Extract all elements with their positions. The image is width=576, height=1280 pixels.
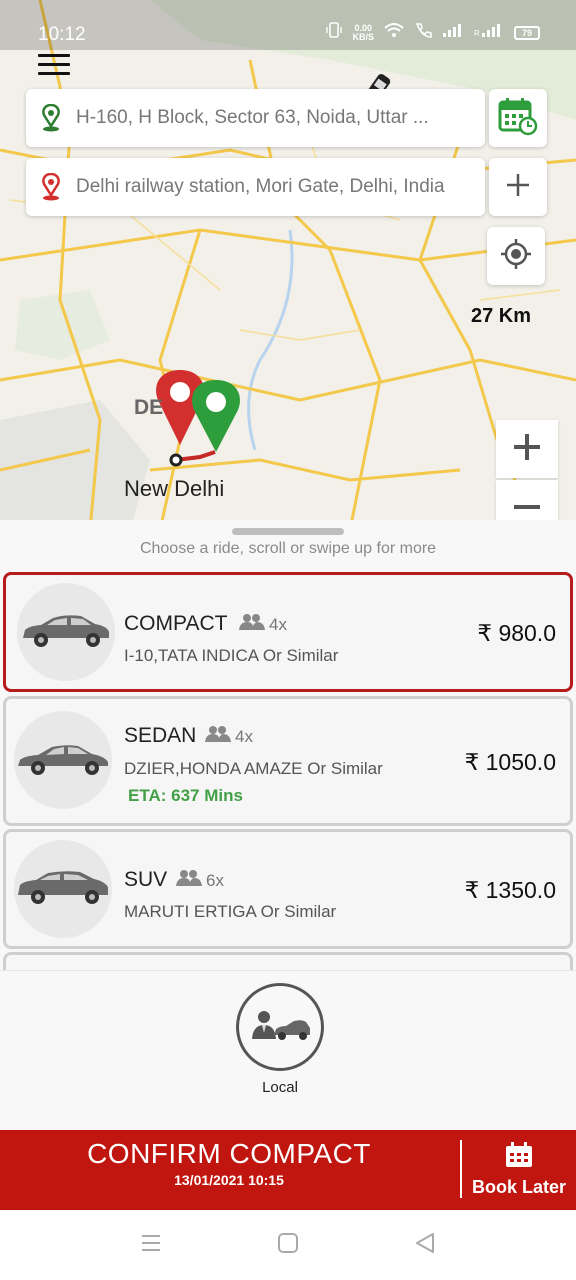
map-partial-label: DE bbox=[134, 396, 164, 419]
signal-icon bbox=[442, 23, 464, 42]
ride-price: ₹ 980.0 bbox=[477, 620, 556, 647]
ride-name: SEDAN bbox=[124, 724, 197, 747]
ride-option-compact[interactable]: COMPACT 4x I-10,TATA INDICA Or Similar ₹… bbox=[3, 572, 573, 692]
ride-option-suv[interactable]: SUV 6x MARUTI ERTIGA Or Similar ₹ 1350.0 bbox=[3, 829, 573, 949]
home-button[interactable] bbox=[273, 1232, 303, 1258]
recents-icon bbox=[140, 1234, 162, 1257]
network-speed-unit: KB/S bbox=[352, 31, 374, 42]
my-location-button[interactable] bbox=[487, 227, 545, 285]
pickup-field[interactable]: H-160, H Block, Sector 63, Noida, Uttar … bbox=[26, 89, 485, 147]
map-city-label: New Delhi bbox=[124, 476, 225, 501]
ride-name: SUV bbox=[124, 868, 168, 891]
people-icon bbox=[205, 725, 231, 748]
battery-indicator: 79 bbox=[514, 25, 540, 40]
ride-seats-count: 4x bbox=[235, 726, 253, 746]
chauffeur-car-icon bbox=[248, 1005, 312, 1050]
calendar-icon bbox=[505, 1142, 533, 1173]
ride-price-value: 1350.0 bbox=[485, 877, 556, 903]
menu-icon-bar bbox=[38, 63, 70, 66]
car-icon bbox=[16, 738, 110, 783]
status-time: 10:12 bbox=[38, 24, 86, 45]
ride-seats: 4x bbox=[239, 613, 287, 636]
confirm-title: CONFIRM COMPACT bbox=[87, 1138, 371, 1169]
ride-description: I-10,TATA INDICA Or Similar bbox=[124, 646, 339, 665]
ride-price: ₹ 1050.0 bbox=[465, 749, 556, 776]
ride-option-sedan[interactable]: SEDAN 4x DZIER,HONDA AMAZE Or Similar ET… bbox=[3, 696, 573, 826]
ride-option-peek[interactable] bbox=[3, 952, 573, 972]
vibrate-icon bbox=[326, 22, 343, 43]
add-stop-icon bbox=[505, 172, 531, 203]
people-icon bbox=[176, 869, 202, 892]
zoom-in-button[interactable] bbox=[496, 420, 558, 478]
zoom-in-icon bbox=[512, 427, 542, 472]
confirm-bar: CONFIRM COMPACT 13/01/2021 10:15 Book La… bbox=[0, 1130, 576, 1210]
sheet-drag-handle[interactable] bbox=[232, 528, 344, 535]
service-type-bar: Local bbox=[0, 970, 576, 1130]
currency-symbol: ₹ bbox=[464, 877, 480, 903]
map-view[interactable]: DE New Delhi 10:12 0.00 KB/S R 79 H-160,… bbox=[0, 0, 576, 530]
car-image bbox=[14, 840, 112, 938]
dropoff-pin-icon bbox=[26, 173, 76, 201]
confirm-datetime: 13/01/2021 10:15 bbox=[174, 1172, 284, 1188]
add-stop-button[interactable] bbox=[489, 158, 547, 216]
status-icons: 0.00 KB/S R 79 bbox=[326, 22, 540, 43]
back-button[interactable] bbox=[410, 1232, 440, 1258]
car-image bbox=[17, 583, 115, 681]
schedule-button[interactable] bbox=[489, 89, 547, 147]
currency-symbol: ₹ bbox=[464, 749, 480, 775]
my-location-icon bbox=[500, 238, 532, 275]
ride-price-value: 980.0 bbox=[498, 620, 556, 646]
ride-name: COMPACT bbox=[124, 612, 228, 635]
ride-seats: 6x bbox=[176, 869, 224, 892]
network-speed: 0.00 KB/S bbox=[352, 23, 374, 42]
menu-icon-bar bbox=[38, 72, 70, 75]
pickup-pin-icon bbox=[26, 104, 76, 132]
car-icon bbox=[16, 867, 110, 912]
ride-price: ₹ 1350.0 bbox=[465, 877, 556, 904]
car-image bbox=[14, 711, 112, 809]
ride-seats-count: 6x bbox=[206, 870, 224, 890]
ride-price-value: 1050.0 bbox=[485, 749, 556, 775]
ride-seats: 4x bbox=[205, 725, 253, 748]
system-nav-bar bbox=[0, 1210, 576, 1280]
back-icon bbox=[414, 1232, 436, 1259]
sheet-hint: Choose a ride, scroll or swipe up for mo… bbox=[139, 540, 437, 557]
menu-button[interactable] bbox=[38, 54, 70, 76]
book-later-button[interactable]: Book Later bbox=[462, 1130, 576, 1210]
home-icon bbox=[277, 1232, 299, 1259]
currency-symbol: ₹ bbox=[477, 620, 493, 646]
schedule-calendar-icon bbox=[498, 96, 538, 141]
ride-seats-count: 4x bbox=[269, 614, 287, 634]
local-service-label: Local bbox=[262, 1079, 298, 1096]
svg-text:R: R bbox=[474, 29, 480, 37]
status-bar: 10:12 0.00 KB/S R 79 bbox=[0, 0, 576, 50]
book-later-label: Book Later bbox=[471, 1177, 567, 1197]
menu-icon bbox=[38, 54, 70, 57]
people-icon bbox=[239, 613, 265, 636]
local-service-button[interactable] bbox=[236, 983, 324, 1071]
pickup-address: H-160, H Block, Sector 63, Noida, Uttar … bbox=[76, 107, 429, 128]
wifi-icon bbox=[384, 22, 404, 43]
ride-selection-sheet[interactable]: Choose a ride, scroll or swipe up for mo… bbox=[0, 520, 576, 1130]
recents-button[interactable] bbox=[136, 1232, 166, 1258]
signal-roaming-icon: R bbox=[474, 23, 504, 42]
dropoff-field[interactable]: Delhi railway station, Mori Gate, Delhi,… bbox=[26, 158, 485, 216]
car-icon bbox=[19, 610, 113, 655]
ride-eta: ETA: 637 Mins bbox=[128, 786, 243, 805]
ride-description: MARUTI ERTIGA Or Similar bbox=[124, 902, 337, 921]
confirm-button[interactable]: CONFIRM COMPACT 13/01/2021 10:15 bbox=[0, 1138, 458, 1188]
ride-description: DZIER,HONDA AMAZE Or Similar bbox=[124, 759, 383, 778]
route-distance: 27 Km bbox=[471, 305, 532, 327]
call-icon bbox=[414, 22, 432, 43]
dropoff-address: Delhi railway station, Mori Gate, Delhi,… bbox=[76, 176, 445, 197]
